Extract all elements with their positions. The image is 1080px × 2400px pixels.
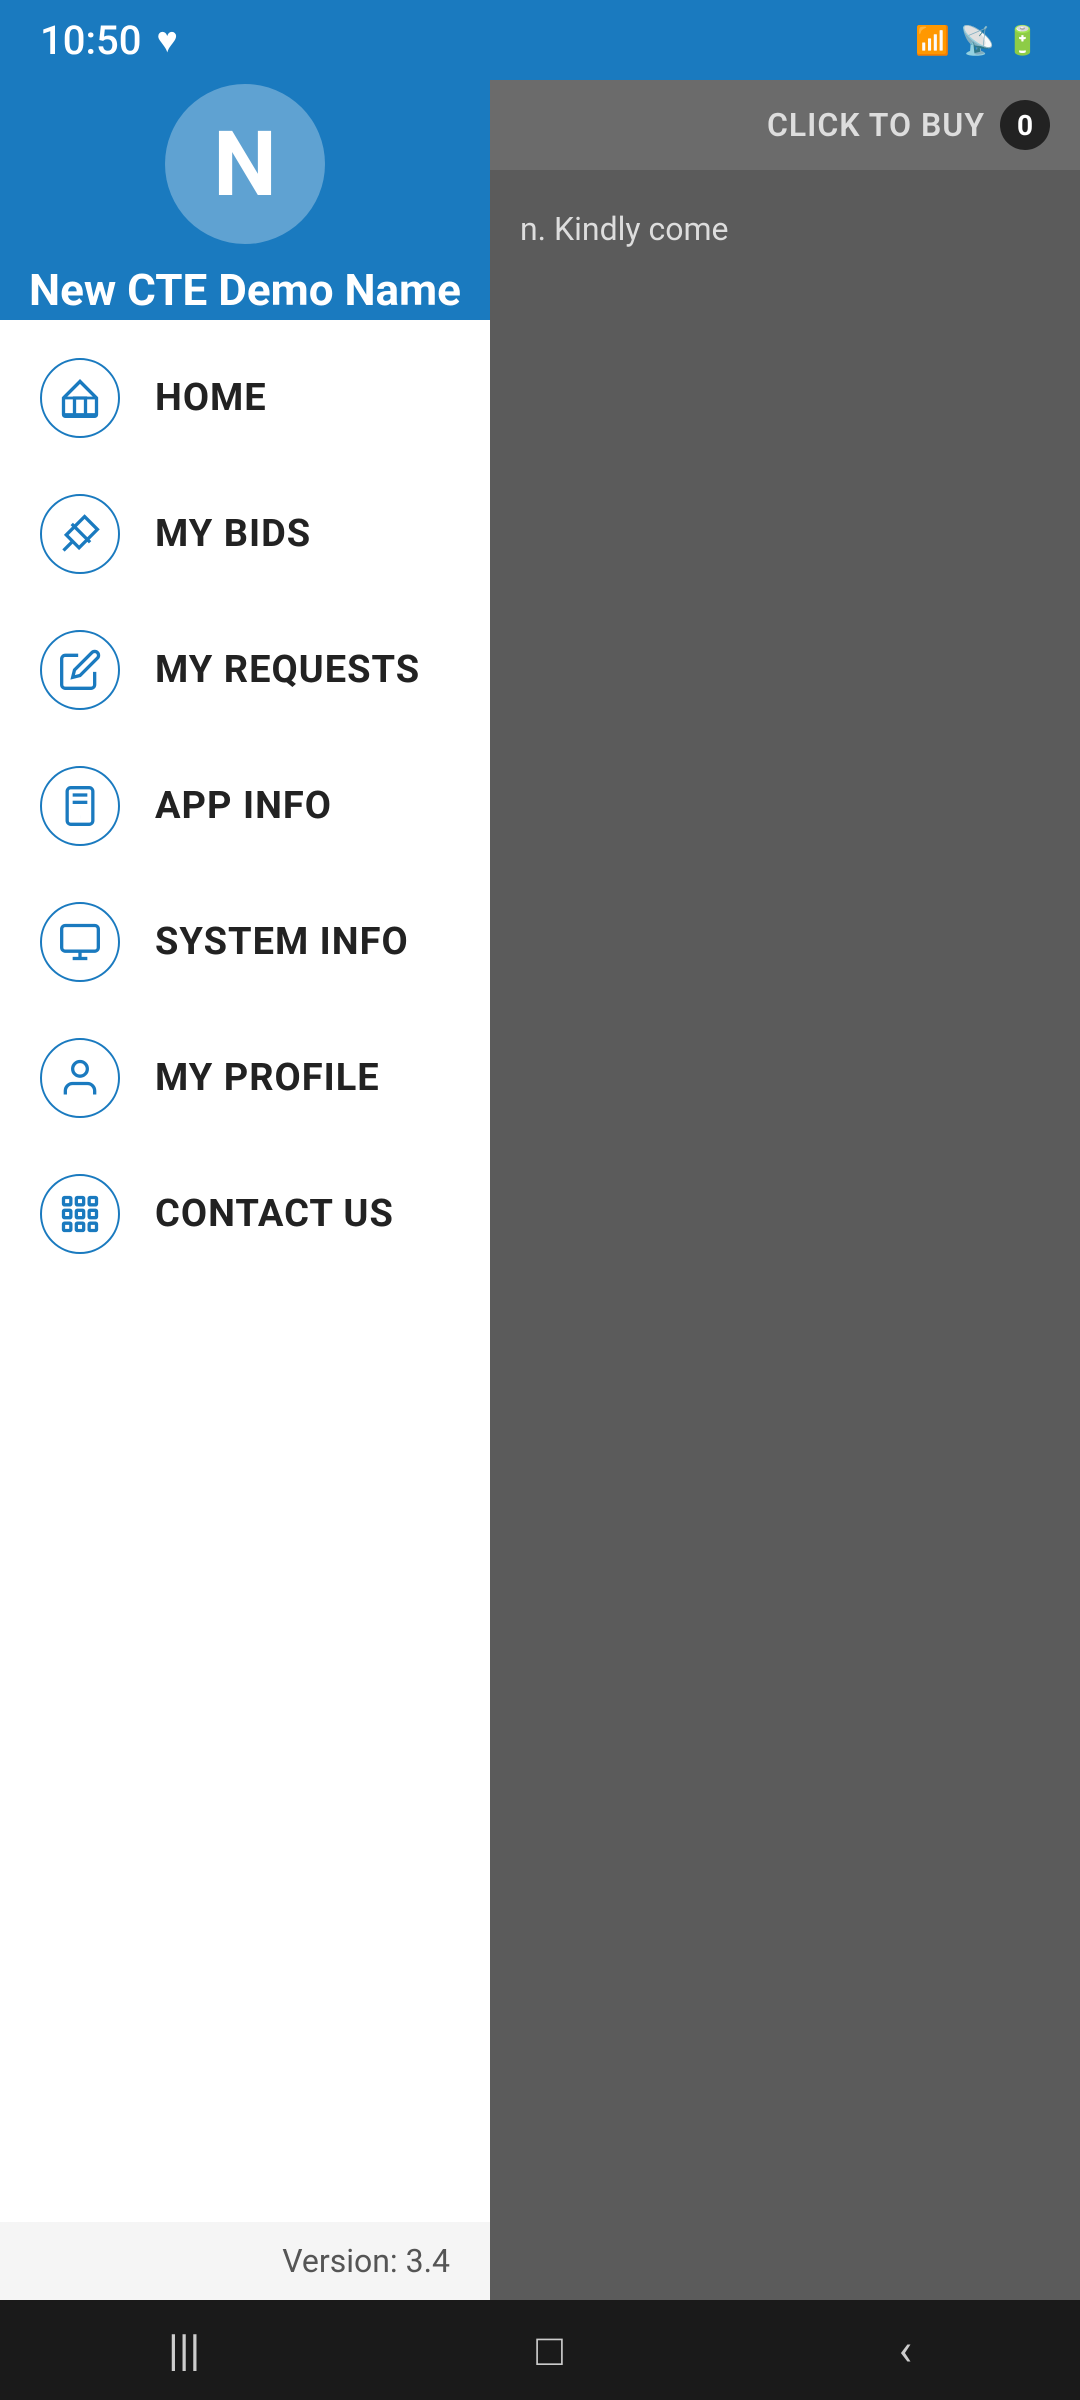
user-name: New CTE Demo Name <box>29 264 461 316</box>
nav-item-app-info[interactable]: APP INFO <box>0 738 490 874</box>
my-requests-icon-circle <box>40 630 120 710</box>
avatar: N <box>165 84 325 244</box>
android-nav-bar: ||| □ ‹ <box>0 2300 1080 2400</box>
status-icons: 📶 📡 🔋 <box>915 24 1040 57</box>
my-bids-icon-circle <box>40 494 120 574</box>
nav-label-app-info: APP INFO <box>155 784 332 828</box>
nav-label-system-info: SYSTEM INFO <box>155 920 409 964</box>
kindly-text: n. Kindly come <box>490 170 1080 288</box>
android-menu-button[interactable]: ||| <box>168 2324 200 2376</box>
user-icon <box>58 1056 102 1100</box>
nav-item-contact-us[interactable]: CONTACT US <box>0 1146 490 1282</box>
cart-badge: 0 <box>1000 100 1050 150</box>
home-icon-circle <box>40 358 120 438</box>
home-icon <box>58 376 102 420</box>
nav-label-contact-us: CONTACT US <box>155 1192 394 1236</box>
time-label: 10:50 <box>40 17 141 64</box>
nav-label-home: HOME <box>155 376 267 420</box>
status-time: 10:50 ♥ <box>40 17 178 64</box>
version-text: Version: 3.4 <box>0 2222 490 2300</box>
android-back-button[interactable]: ‹ <box>899 2324 912 2376</box>
my-profile-icon-circle <box>40 1038 120 1118</box>
android-home-button[interactable]: □ <box>536 2324 563 2376</box>
side-drawer: N New CTE Demo Name HOME <box>0 0 490 2400</box>
wifi-icon: 📶 <box>915 24 950 57</box>
click-to-buy-row[interactable]: CLICK TO BUY 0 <box>490 80 1080 170</box>
main-content-overlay: 🔍 CLICK TO BUY 0 n. Kindly come <box>490 0 1080 2300</box>
signal-icon: 📡 <box>960 24 995 57</box>
app-info-icon-circle <box>40 766 120 846</box>
nav-item-home[interactable]: HOME <box>0 330 490 466</box>
nav-label-my-requests: MY REQUESTS <box>155 648 420 692</box>
nav-list: HOME MY BIDS MY REQUESTS <box>0 320 490 2222</box>
avatar-letter: N <box>213 112 277 217</box>
hammer-icon <box>58 512 102 556</box>
contact-us-icon-circle <box>40 1174 120 1254</box>
monitor-icon <box>58 920 102 964</box>
nav-label-my-profile: MY PROFILE <box>155 1056 380 1100</box>
system-info-icon-circle <box>40 902 120 982</box>
status-bar: 10:50 ♥ 📶 📡 🔋 <box>0 0 1080 80</box>
nav-item-my-profile[interactable]: MY PROFILE <box>0 1010 490 1146</box>
nav-label-my-bids: MY BIDS <box>155 512 311 556</box>
edit-icon <box>58 648 102 692</box>
phone-icon <box>58 784 102 828</box>
click-to-buy-label: CLICK TO BUY <box>767 106 985 144</box>
heart-icon: ♥ <box>156 19 177 61</box>
grid-icon <box>58 1192 102 1236</box>
nav-item-my-bids[interactable]: MY BIDS <box>0 466 490 602</box>
battery-icon: 🔋 <box>1005 24 1040 57</box>
nav-item-my-requests[interactable]: MY REQUESTS <box>0 602 490 738</box>
nav-item-system-info[interactable]: SYSTEM INFO <box>0 874 490 1010</box>
